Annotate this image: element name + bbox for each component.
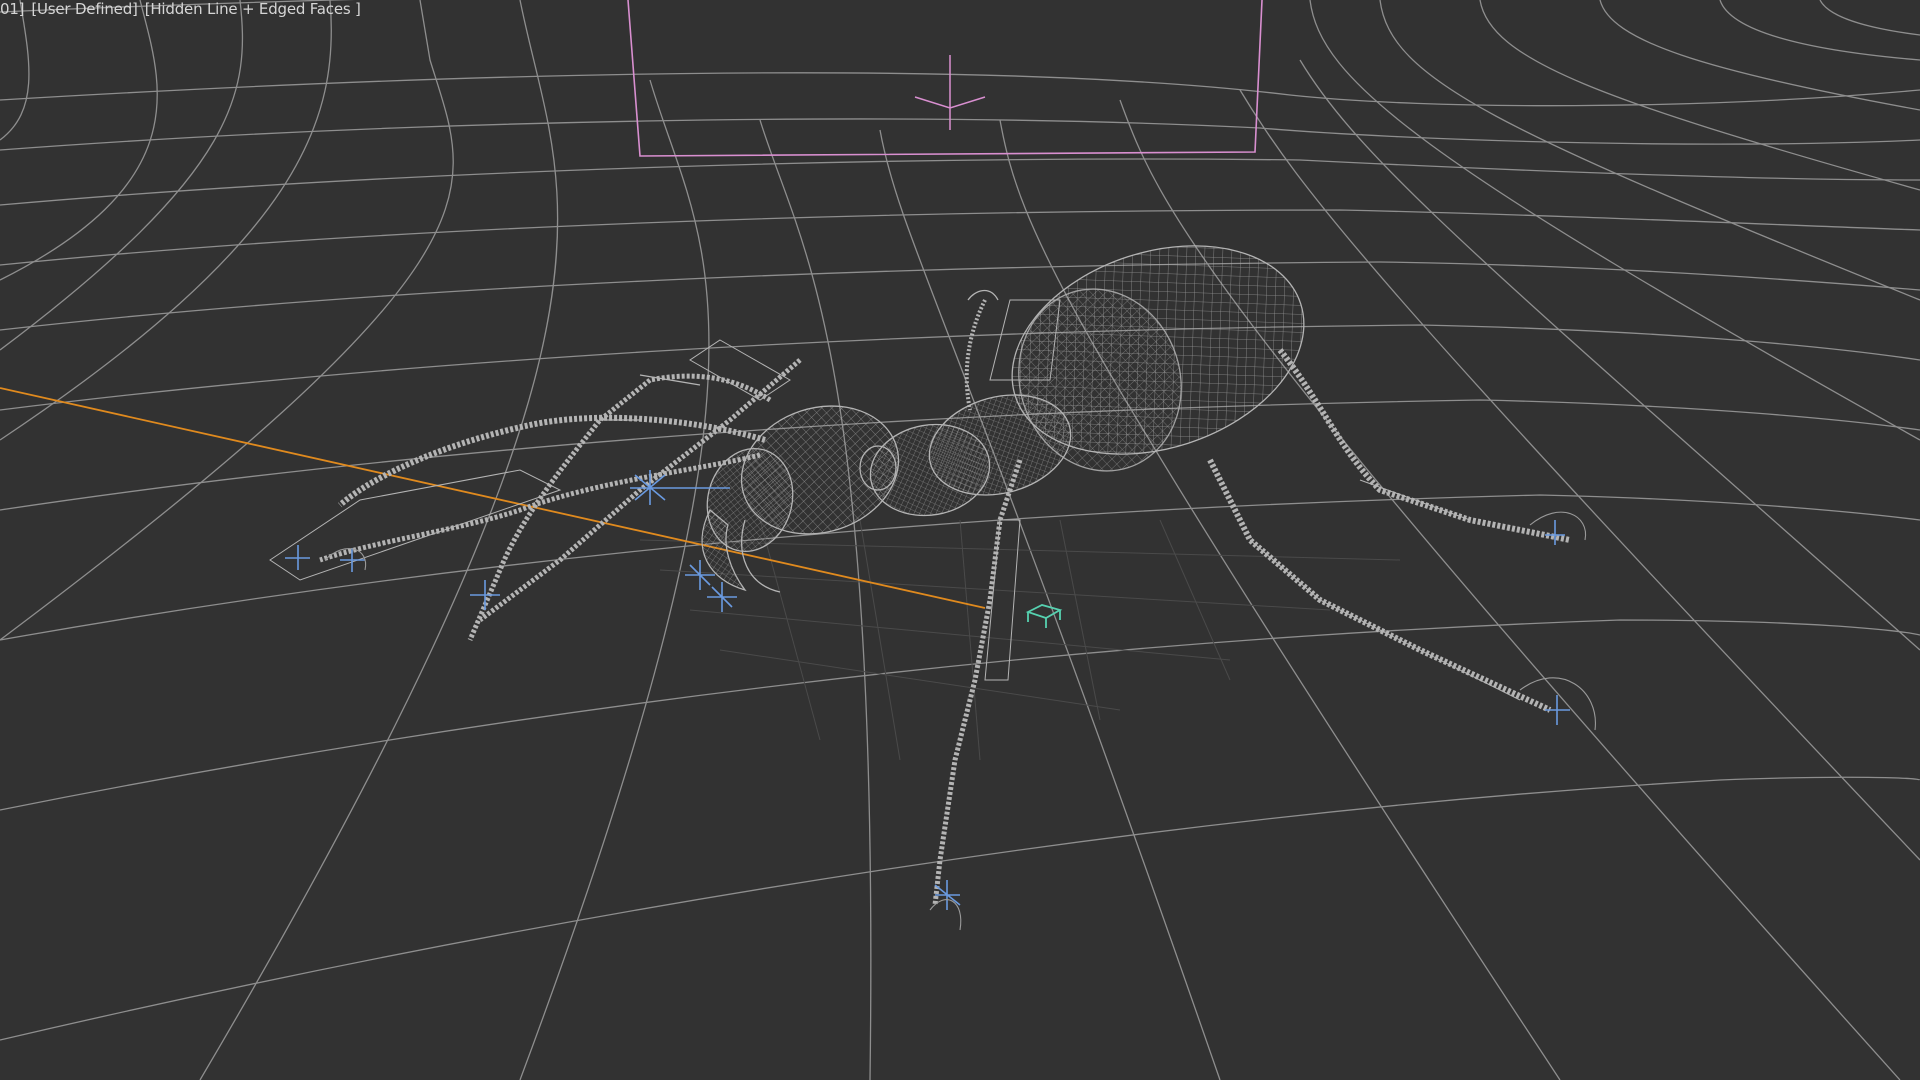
viewport-label: 01] [User Defined] [Hidden Line + Edged …: [0, 0, 361, 20]
camera-frame[interactable]: [627, 0, 1263, 157]
backdrop-grid: [0, 0, 1920, 1080]
viewport-scene[interactable]: [0, 0, 1920, 1080]
ik-helpers[interactable]: [285, 470, 1570, 910]
view-menu[interactable]: [User Defined]: [31, 0, 138, 20]
viewport-number[interactable]: 01]: [0, 0, 25, 20]
shading-menu[interactable]: [Hidden Line + Edged Faces ]: [145, 0, 361, 20]
3d-viewport[interactable]: 01] [User Defined] [Hidden Line + Edged …: [0, 0, 1920, 1080]
ant-wireframe-model[interactable]: [269, 210, 1571, 906]
